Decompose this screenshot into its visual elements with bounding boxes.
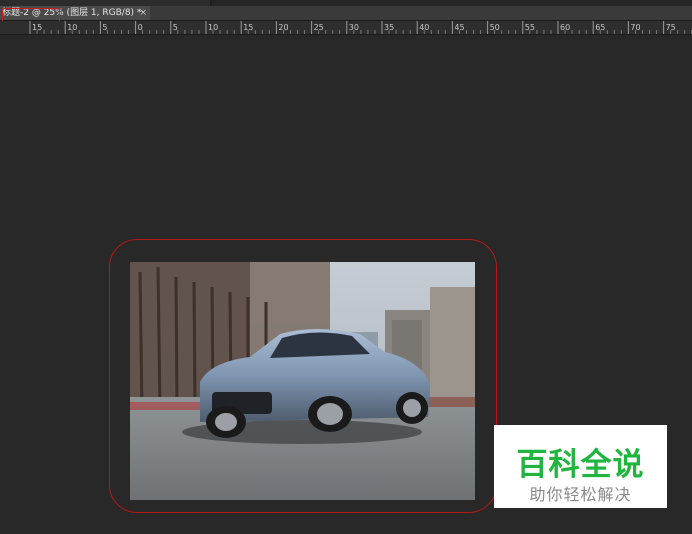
horizontal-ruler[interactable]: 15 10 5 0 5 10 15 20 25 30 35 40 45 50 55 60 65 70 75 xyxy=(0,21,692,35)
ruler-label: 0 xyxy=(138,23,143,32)
watermark-subtitle: 助你轻松解决 xyxy=(529,485,632,504)
ruler-label: 55 xyxy=(525,23,535,32)
watermark-logo: 百科全说 助你轻松解决 xyxy=(494,425,667,508)
ruler-label: 15 xyxy=(32,23,42,32)
ruler-label: 40 xyxy=(419,23,429,32)
ruler-label: 15 xyxy=(243,23,253,32)
watermark-title: 百科全说 xyxy=(516,447,645,483)
ruler-label: 65 xyxy=(595,23,605,32)
ruler-label: 75 xyxy=(666,23,676,32)
ruler-label: 45 xyxy=(454,23,464,32)
ruler-label: 20 xyxy=(278,23,288,32)
ruler-label: 10 xyxy=(208,23,218,32)
ruler-ticks: 15 10 5 0 5 10 15 20 25 30 35 40 45 50 55 60 65 70 75 xyxy=(29,21,692,34)
ruler-label: 10 xyxy=(67,23,77,32)
ruler-label: 60 xyxy=(560,23,570,32)
ruler-label: 50 xyxy=(490,23,500,32)
car-photo[interactable] xyxy=(130,262,475,500)
document-tab-bar: 标题-2 @ 25% (图层 1, RGB/8) * × xyxy=(0,6,692,21)
close-icon[interactable]: × xyxy=(139,6,147,20)
ruler-label: 5 xyxy=(173,23,178,32)
ruler-label: 35 xyxy=(384,23,394,32)
car-image xyxy=(130,262,475,500)
ruler-label: 70 xyxy=(630,23,640,32)
ruler-label: 5 xyxy=(102,23,107,32)
ruler-label: 25 xyxy=(314,23,324,32)
ruler-label: 30 xyxy=(349,23,359,32)
